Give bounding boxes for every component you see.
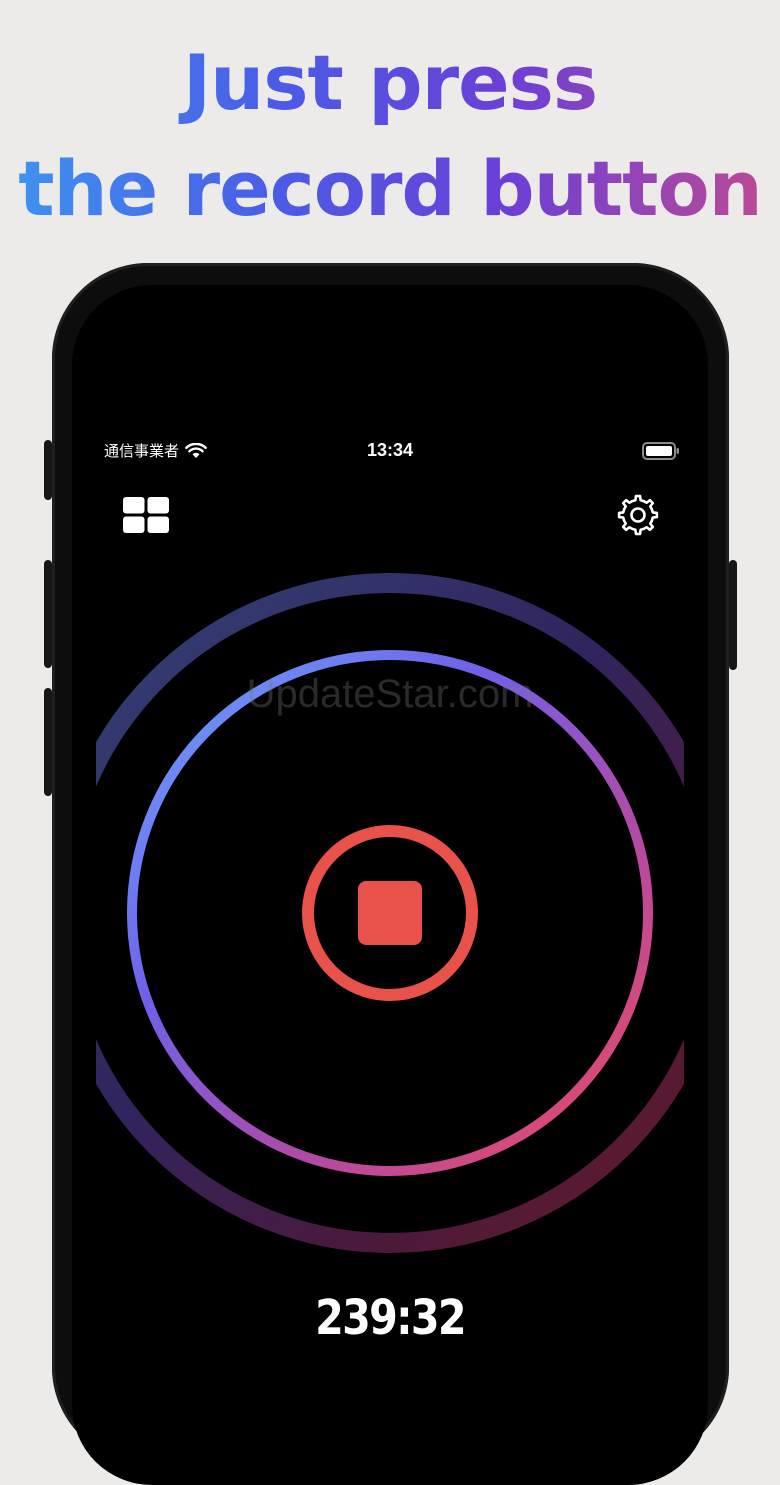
recording-timer: 239:32 xyxy=(315,1290,467,1346)
stop-icon[interactable] xyxy=(358,881,422,945)
watermark: UpdateStar.com xyxy=(246,672,534,716)
